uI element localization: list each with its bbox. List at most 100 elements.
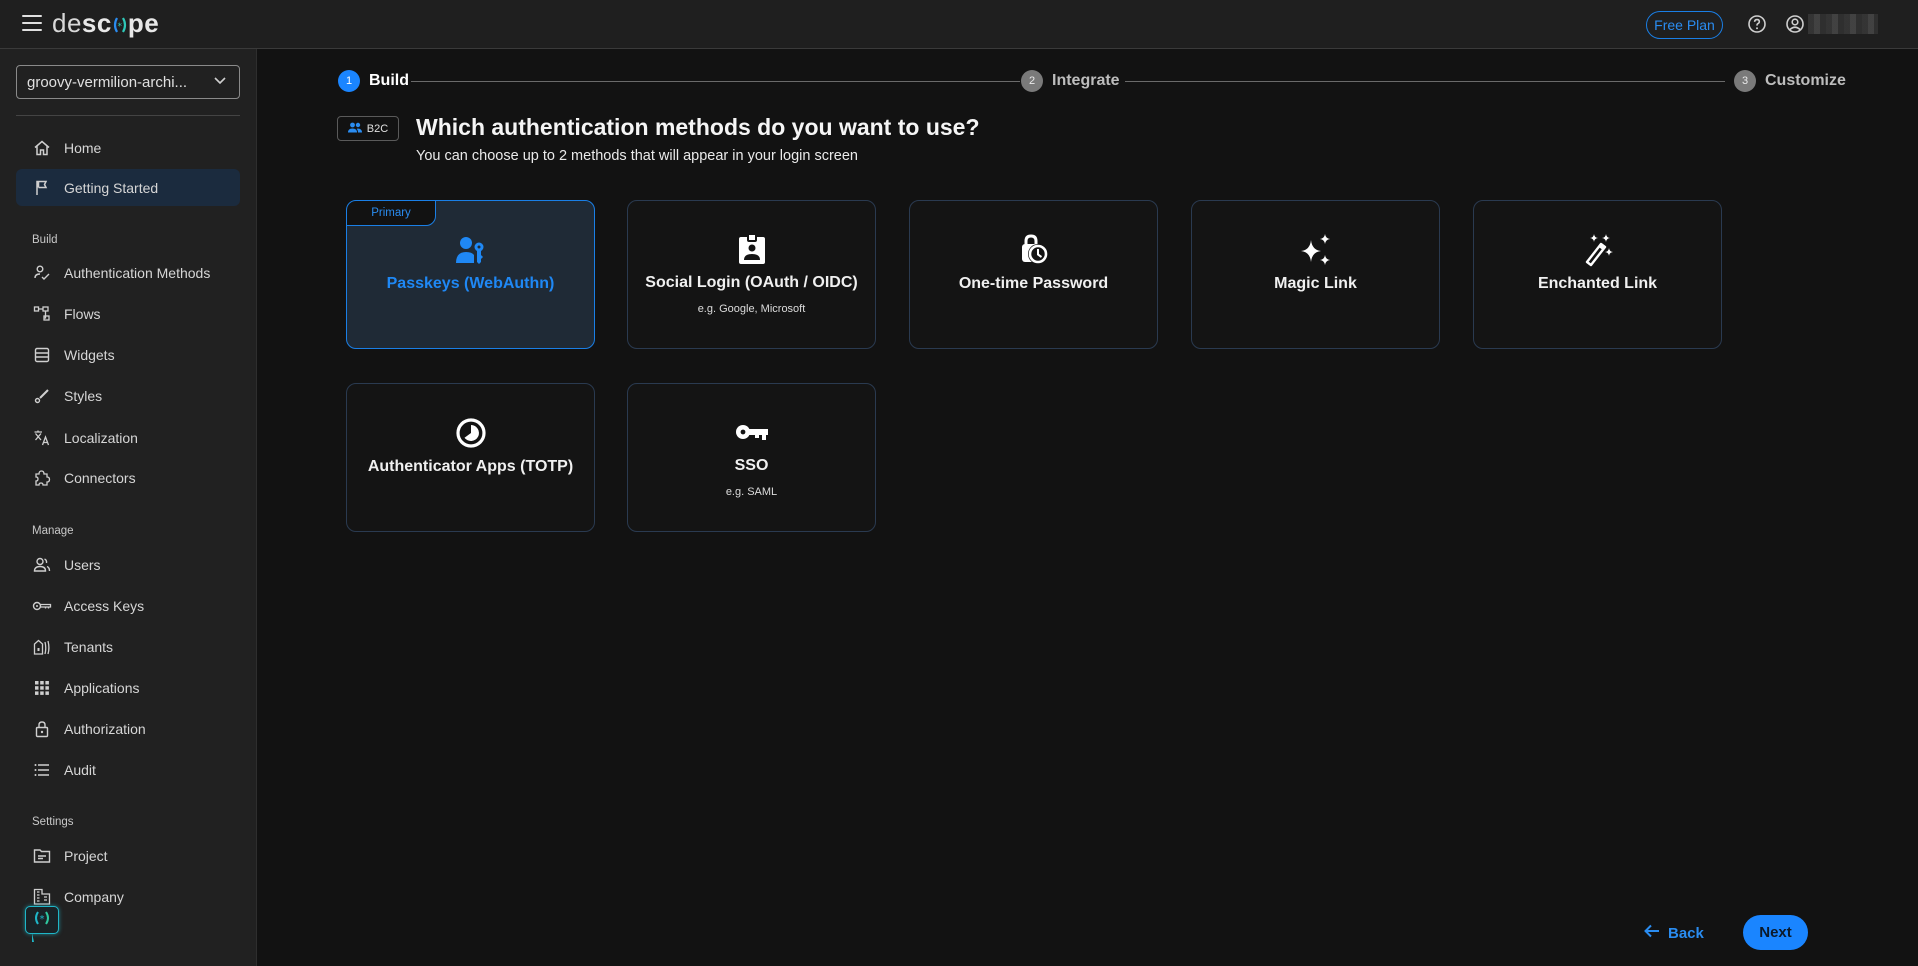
method-title: SSO <box>734 457 769 474</box>
sidebar-item-label: Widgets <box>64 346 115 363</box>
descope-logo[interactable]: desc * pe <box>52 8 159 39</box>
sidebar-item-home[interactable]: Home <box>16 129 240 166</box>
sidebar-item-applications[interactable]: Applications <box>16 669 240 706</box>
sidebar-item-label: Audit <box>64 761 96 778</box>
next-button[interactable]: Next <box>1743 915 1808 950</box>
sso-key-icon <box>735 417 769 447</box>
method-title: One-time Password <box>958 274 1109 292</box>
sidebar-item-label: Flows <box>64 305 101 322</box>
chevron-down-icon <box>213 73 227 91</box>
badge-icon <box>738 234 765 264</box>
sidebar-item-authentication-methods[interactable]: Authentication Methods <box>16 254 240 291</box>
method-title: Passkeys (WebAuthn) <box>386 274 555 292</box>
step-label: Integrate <box>1052 72 1120 89</box>
sidebar-item-project[interactable]: Project <box>16 837 240 874</box>
sidebar-item-label: Applications <box>64 679 140 696</box>
home-icon <box>32 138 52 158</box>
method-card-enchanted-link[interactable]: Enchanted Link <box>1473 200 1722 349</box>
project-selector[interactable]: groovy-vermilion-archi... <box>16 65 240 99</box>
step-build[interactable]: 1 Build <box>338 70 409 92</box>
chat-support-button[interactable]: * <box>25 906 59 942</box>
sidebar: groovy-vermilion-archi... Home Getting S… <box>0 49 257 966</box>
svg-text:*: * <box>40 914 45 925</box>
back-button[interactable]: Back <box>1644 920 1704 946</box>
sidebar-item-audit[interactable]: Audit <box>16 751 240 788</box>
sidebar-item-getting-started[interactable]: Getting Started <box>16 169 240 206</box>
sidebar-item-access-keys[interactable]: Access Keys <box>16 587 240 624</box>
section-label-build: Build <box>32 234 58 246</box>
account-circle-icon[interactable] <box>1785 14 1805 34</box>
sidebar-item-label: Authorization <box>64 720 146 737</box>
stepper-connector-2 <box>1125 81 1725 82</box>
sidebar-item-label: Users <box>64 556 101 573</box>
method-title: Enchanted Link <box>1537 274 1658 292</box>
lock-clock-icon <box>1018 233 1050 265</box>
sidebar-item-label: Access Keys <box>64 597 145 614</box>
sparkles-icon <box>1299 233 1333 265</box>
step-number: 3 <box>1734 70 1756 92</box>
sidebar-divider <box>16 115 240 116</box>
key-icon <box>32 596 52 616</box>
method-card-magic-link[interactable]: Magic Link <box>1191 200 1440 349</box>
menu-icon[interactable] <box>22 15 42 33</box>
sidebar-item-label: Authentication Methods <box>64 264 211 281</box>
section-label-manage: Manage <box>32 525 74 537</box>
back-label: Back <box>1668 924 1704 942</box>
stepper-connector-1 <box>411 81 1020 82</box>
user-name-redacted[interactable] <box>1808 14 1878 34</box>
logo-text-2: sc <box>81 8 112 38</box>
users-icon <box>32 555 52 575</box>
arrow-left-icon <box>1644 924 1660 942</box>
sidebar-item-styles[interactable]: Styles <box>16 377 240 414</box>
list-icon <box>32 760 52 780</box>
sidebar-item-connectors[interactable]: Connectors <box>16 459 240 496</box>
tenants-icon <box>32 637 52 657</box>
sidebar-item-authorization[interactable]: Authorization <box>16 710 240 747</box>
step-number: 2 <box>1021 70 1043 92</box>
folder-icon <box>32 846 52 866</box>
method-card-social-login[interactable]: Social Login (OAuth / OIDC) e.g. Google,… <box>627 200 876 349</box>
method-card-one-time-password[interactable]: One-time Password <box>909 200 1158 349</box>
method-card-sso[interactable]: SSO e.g. SAML <box>627 383 876 532</box>
building-icon <box>32 887 52 907</box>
widgets-icon <box>32 345 52 365</box>
free-plan-button[interactable]: Free Plan <box>1646 11 1723 39</box>
method-title: Social Login (OAuth / OIDC) <box>645 274 858 291</box>
sidebar-item-label: Connectors <box>64 469 136 486</box>
page-title: Which authentication methods do you want… <box>416 114 980 140</box>
sidebar-item-localization[interactable]: Localization <box>16 419 240 456</box>
sidebar-item-label: Styles <box>64 387 103 404</box>
sidebar-item-label: Tenants <box>64 638 114 655</box>
step-customize[interactable]: 3 Customize <box>1734 70 1846 92</box>
badge-label: B2C <box>366 122 389 135</box>
sidebar-item-label: Localization <box>64 429 138 446</box>
step-label: Customize <box>1765 72 1846 89</box>
primary-tag: Primary <box>347 201 436 226</box>
method-card-passkeys[interactable]: Primary Passkeys (WebAuthn) <box>346 200 595 349</box>
user-check-icon <box>32 263 52 283</box>
logo-text-1: de <box>52 8 82 38</box>
lock-icon <box>32 719 52 739</box>
sidebar-item-flows[interactable]: Flows <box>16 295 240 332</box>
top-header: desc * pe Free Plan <box>0 0 1918 49</box>
project-selector-value: groovy-vermilion-archi... <box>27 73 188 91</box>
method-card-authenticator-apps[interactable]: Authenticator Apps (TOTP) <box>346 383 595 532</box>
flow-icon <box>32 304 52 324</box>
users-icon <box>347 122 362 136</box>
sidebar-item-widgets[interactable]: Widgets <box>16 336 240 373</box>
sidebar-item-users[interactable]: Users <box>16 546 240 583</box>
apps-grid-icon <box>32 678 52 698</box>
step-integrate[interactable]: 2 Integrate <box>1021 70 1120 92</box>
sidebar-item-label: Getting Started <box>64 179 159 196</box>
sidebar-item-label: Company <box>64 888 124 905</box>
sidebar-item-tenants[interactable]: Tenants <box>16 628 240 665</box>
step-label: Build <box>369 72 409 89</box>
passkey-icon <box>455 235 486 265</box>
help-circle-icon[interactable] <box>1747 14 1767 34</box>
logo-o-icon: * <box>112 10 128 33</box>
svg-text:*: * <box>117 22 122 32</box>
sidebar-item-label: Project <box>64 847 108 864</box>
descope-chat-icon: * <box>33 910 51 931</box>
b2c-badge: B2C <box>337 116 399 141</box>
method-subtitle: e.g. SAML <box>725 486 778 498</box>
